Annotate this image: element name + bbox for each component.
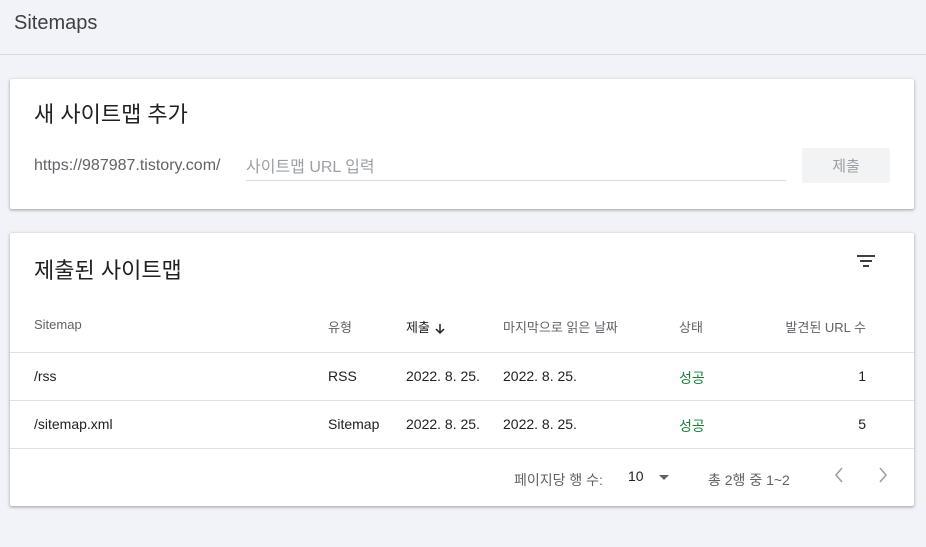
rows-per-page-label: 페이지당 행 수: xyxy=(514,472,603,488)
col-header-type[interactable]: 유형 xyxy=(328,317,352,336)
cell-url-count: 1 xyxy=(858,368,866,384)
col-header-submitted[interactable]: 제출 xyxy=(406,317,446,336)
cell-sitemap: /rss xyxy=(34,368,57,384)
submit-button[interactable]: 제출 xyxy=(802,148,890,183)
filter-list-icon[interactable] xyxy=(856,253,876,269)
pagination-range: 총 2행 중 1~2 xyxy=(708,472,790,488)
col-header-status[interactable]: 상태 xyxy=(679,317,703,336)
dropdown-caret-icon xyxy=(659,475,669,480)
submitted-sitemaps-card: 제출된 사이트맵 Sitemap 유형 제출 마지막으로 읽은 날짜 상태 발견… xyxy=(10,233,914,506)
col-header-sitemap[interactable]: Sitemap xyxy=(34,317,82,332)
cell-submitted: 2022. 8. 25. xyxy=(406,368,480,384)
cell-status: 성공 xyxy=(679,370,705,386)
page-title: Sitemaps xyxy=(14,12,98,34)
add-sitemap-title: 새 사이트맵 추가 xyxy=(34,102,188,127)
rows-per-page-value: 10 xyxy=(628,468,644,484)
cell-sitemap: /sitemap.xml xyxy=(34,416,113,432)
cell-url-count: 5 xyxy=(858,416,866,432)
arrow-down-icon xyxy=(435,323,445,334)
sitemap-url-input[interactable] xyxy=(246,151,786,179)
add-sitemap-card: 새 사이트맵 추가 https://987987.tistory.com/ 제출 xyxy=(10,79,914,209)
table-row[interactable]: /sitemap.xml Sitemap 2022. 8. 25. 2022. … xyxy=(10,401,914,449)
cell-type: RSS xyxy=(328,368,357,384)
cell-last-read: 2022. 8. 25. xyxy=(503,416,577,432)
pagination: 페이지당 행 수: 10 총 2행 중 1~2 xyxy=(10,450,914,506)
chevron-left-icon[interactable] xyxy=(830,464,848,486)
col-header-url-count[interactable]: 발견된 URL 수 xyxy=(746,317,866,336)
col-header-last-read[interactable]: 마지막으로 읽은 날짜 xyxy=(503,317,618,336)
chevron-right-icon[interactable] xyxy=(874,464,892,486)
table-row[interactable]: /rss RSS 2022. 8. 25. 2022. 8. 25. 성공 1 xyxy=(10,353,914,401)
sitemap-url-field xyxy=(246,151,786,181)
cell-status: 성공 xyxy=(679,418,705,434)
page-header: Sitemaps xyxy=(0,0,926,55)
submitted-sitemaps-title: 제출된 사이트맵 xyxy=(34,258,182,283)
table-header: Sitemap 유형 제출 마지막으로 읽은 날짜 상태 발견된 URL 수 xyxy=(10,305,914,353)
col-header-submitted-label: 제출 xyxy=(406,320,430,335)
rows-per-page-select[interactable]: 10 xyxy=(628,468,676,488)
cell-submitted: 2022. 8. 25. xyxy=(406,416,480,432)
url-prefix: https://987987.tistory.com/ xyxy=(34,157,221,174)
cell-type: Sitemap xyxy=(328,416,380,432)
cell-last-read: 2022. 8. 25. xyxy=(503,368,577,384)
